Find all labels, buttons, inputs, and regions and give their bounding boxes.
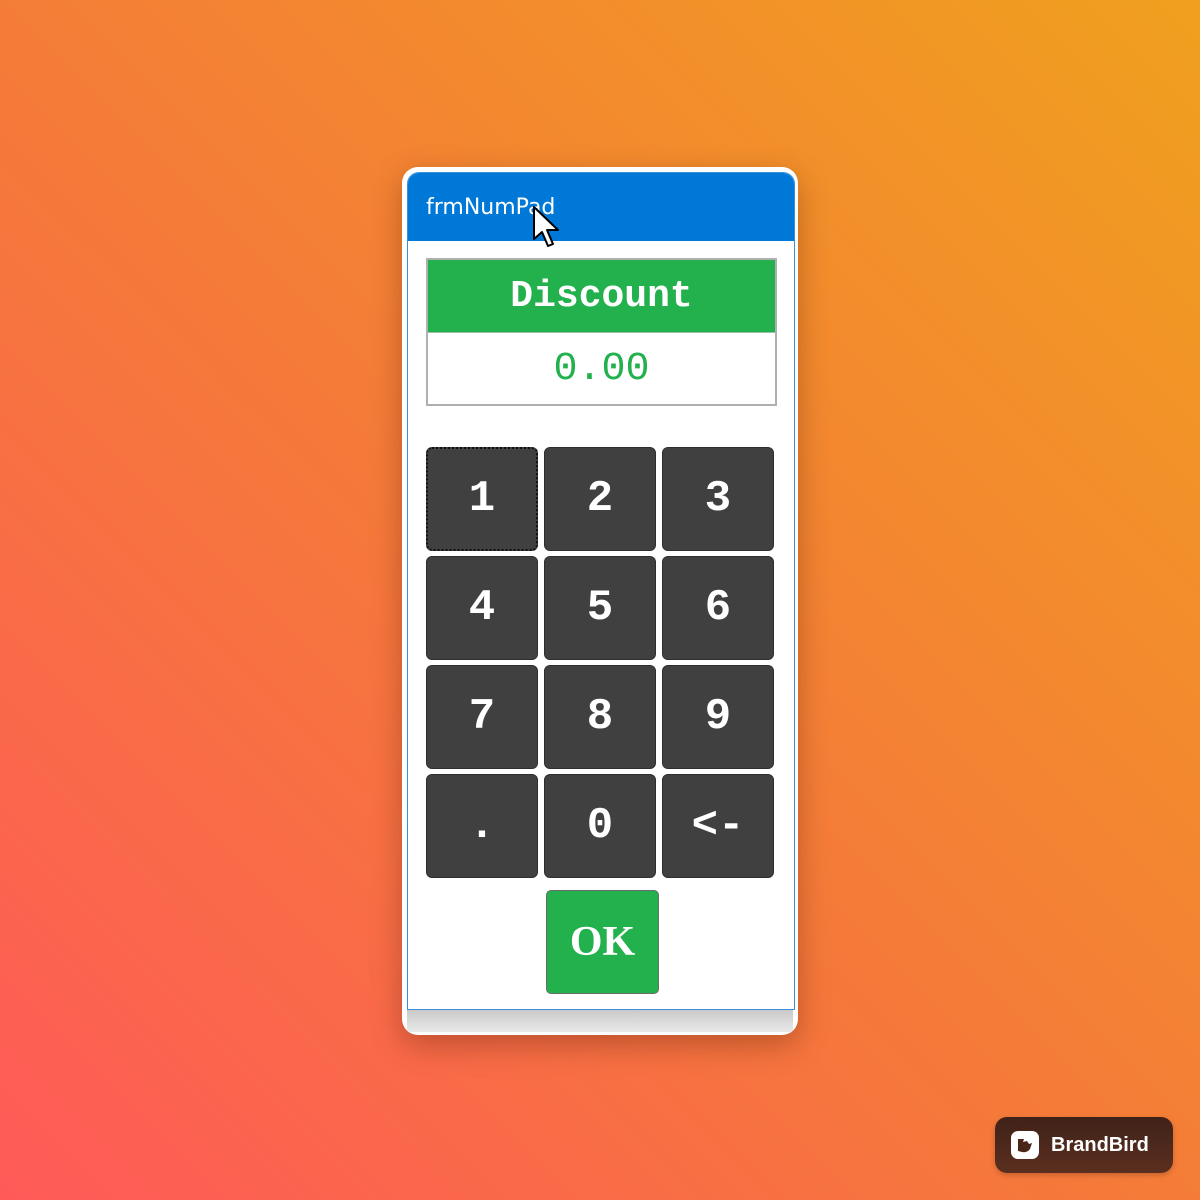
key-2[interactable]: 2 (544, 447, 656, 551)
key-decimal[interactable]: . (426, 774, 538, 878)
keypad: 1 2 3 4 5 6 7 8 9 . 0 <- (426, 447, 778, 878)
display-value: 0.00 (553, 346, 650, 392)
key-4[interactable]: 4 (426, 556, 538, 660)
numpad-window: frmNumPad Discount 0.00 1 2 3 4 5 6 7 8 … (407, 172, 795, 1010)
window-frame: frmNumPad Discount 0.00 1 2 3 4 5 6 7 8 … (402, 167, 798, 1035)
key-6[interactable]: 6 (662, 556, 774, 660)
mouse-cursor-icon (533, 206, 559, 247)
key-8[interactable]: 8 (544, 665, 656, 769)
brandbird-label: BrandBird (1051, 1133, 1149, 1156)
brandbird-watermark: BrandBird (995, 1117, 1173, 1173)
key-7[interactable]: 7 (426, 665, 538, 769)
ok-button[interactable]: OK (546, 890, 659, 994)
discount-display: Discount 0.00 (426, 258, 777, 406)
key-0[interactable]: 0 (544, 774, 656, 878)
brandbird-logo-icon (1011, 1131, 1039, 1159)
key-5[interactable]: 5 (544, 556, 656, 660)
key-backspace[interactable]: <- (662, 774, 774, 878)
key-9[interactable]: 9 (662, 665, 774, 769)
key-3[interactable]: 3 (662, 447, 774, 551)
title-bar[interactable]: frmNumPad (408, 173, 794, 241)
window-bottom-edge (407, 1010, 793, 1032)
display-label: Discount (428, 260, 775, 333)
key-1[interactable]: 1 (426, 447, 538, 551)
